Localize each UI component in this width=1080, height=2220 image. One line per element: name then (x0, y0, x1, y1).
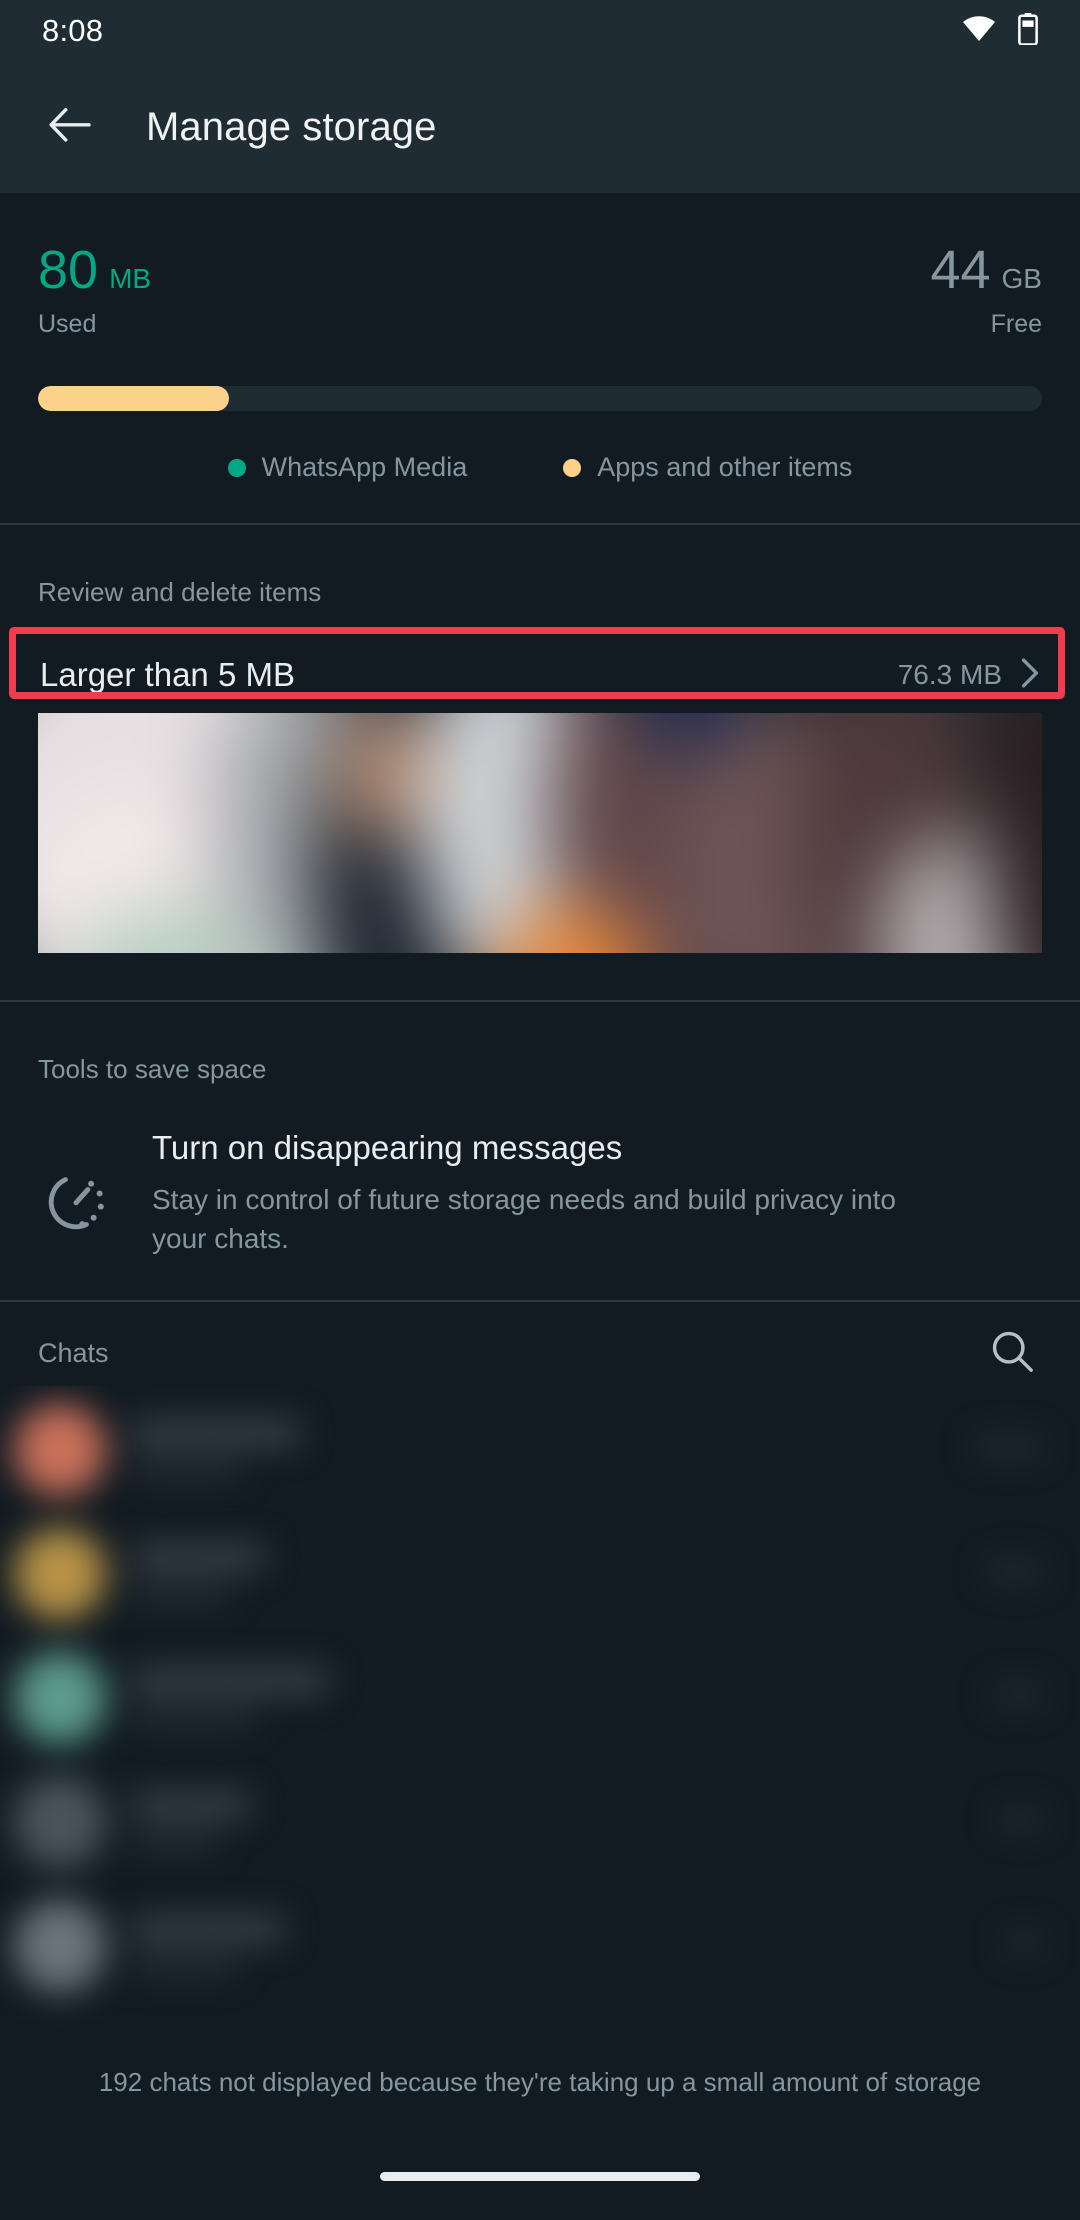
wifi-icon (962, 15, 996, 47)
back-arrow-icon (47, 105, 91, 150)
search-icon (989, 1328, 1035, 1379)
status-bar-clock: 8:08 (42, 13, 104, 48)
chat-size (1004, 1932, 1044, 1954)
page-title: Manage storage (146, 105, 437, 149)
storage-legend: WhatsApp Media Apps and other items (38, 452, 1042, 483)
larger-than-5mb-right: 76.3 MB (898, 657, 1040, 694)
chat-row[interactable] (0, 1386, 1080, 1510)
chat-size (992, 1684, 1044, 1706)
larger-than-5mb-label: Larger than 5 MB (40, 656, 295, 693)
tools-to-save-space-section: Tools to save space Turn on disappearing… (0, 1002, 1080, 1300)
legend-item-apps-other: Apps and other items (563, 452, 852, 483)
avatar (14, 1652, 106, 1744)
legend-item-whatsapp-media: WhatsApp Media (227, 452, 468, 483)
storage-progress-fill (38, 386, 229, 411)
chat-name (132, 1916, 284, 1942)
blurred-media-content (38, 713, 1042, 953)
review-and-delete-section: Review and delete items Larger than 5 MB… (0, 525, 1080, 715)
manage-storage-screen: 8:08 Manage storage 80 MB Used 44 GB Fre… (0, 0, 1080, 2220)
disappearing-messages-title: Turn on disappearing messages (152, 1129, 623, 1166)
tools-section-header: Tools to save space (38, 1054, 267, 1084)
disappearing-messages-item[interactable]: Turn on disappearing messages Stay in co… (0, 1085, 1080, 1258)
used-label: Used (38, 310, 97, 338)
chat-subtitle (132, 1584, 228, 1604)
media-preview-strip[interactable] (0, 700, 1080, 1000)
chats-section-header: Chats (0, 1302, 1080, 1404)
review-section-header: Review and delete items (38, 577, 322, 607)
chat-name (132, 1668, 328, 1694)
battery-icon (1018, 12, 1038, 50)
used-value-group: 80 MB (38, 243, 151, 297)
blurred-chat-content (0, 1634, 1080, 1758)
chats-footer-note: 192 chats not displayed because they're … (98, 2067, 982, 2097)
gesture-home-indicator[interactable] (380, 2171, 700, 2181)
free-block: 44 GB Free (930, 243, 1042, 339)
chats-section: Chats 192 chats not displayed because th… (0, 1302, 1080, 2220)
avatar (14, 1776, 106, 1868)
disappearing-messages-description: Stay in control of future storage needs … (152, 1184, 896, 1254)
legend-label: WhatsApp Media (261, 452, 468, 482)
chat-name (132, 1420, 300, 1446)
chat-size (986, 1560, 1044, 1582)
storage-summary-section: 80 MB Used 44 GB Free WhatsApp Media App… (0, 195, 1080, 523)
avatar (14, 1528, 106, 1620)
blurred-chat-content (0, 1386, 1080, 1510)
disappearing-messages-text: Turn on disappearing messages Stay in co… (152, 1127, 897, 1258)
chat-row[interactable] (0, 1882, 1080, 2006)
chat-subtitle (132, 1956, 236, 1976)
blurred-chat-content (0, 1882, 1080, 2006)
chat-name (132, 1792, 250, 1818)
avatar (14, 1404, 106, 1496)
chat-subtitle (132, 1708, 254, 1728)
chats-label: Chats (38, 1337, 109, 1368)
app-bar: Manage storage (0, 62, 1080, 193)
back-button[interactable] (42, 101, 96, 155)
free-unit: GB (1001, 263, 1042, 294)
larger-than-5mb-size: 76.3 MB (897, 659, 1002, 690)
chat-size (974, 1436, 1044, 1458)
legend-dot-icon (227, 458, 246, 477)
legend-label: Apps and other items (597, 452, 853, 482)
chat-row[interactable] (0, 1634, 1080, 1758)
chat-name (132, 1544, 264, 1570)
chat-subtitle (132, 1832, 218, 1852)
disappearing-messages-timer-icon (38, 1127, 114, 1233)
storage-progress-bar (38, 386, 1042, 411)
search-button[interactable] (982, 1323, 1042, 1383)
storage-totals: 80 MB Used 44 GB Free (38, 195, 1042, 339)
used-value: 80 (38, 240, 99, 300)
free-value-group: 44 GB (930, 243, 1042, 297)
chevron-right-icon (1020, 657, 1040, 694)
status-bar: 8:08 (0, 0, 1080, 62)
gesture-navigation-bar (0, 2132, 1080, 2220)
media-preview-thumbnails (38, 713, 1042, 953)
used-block: 80 MB Used (38, 243, 151, 339)
free-value: 44 (930, 240, 991, 300)
status-bar-icons (962, 12, 1038, 50)
avatar (14, 1900, 106, 1992)
chat-row[interactable] (0, 1758, 1080, 1882)
blurred-chat-content (0, 1510, 1080, 1634)
used-unit: MB (109, 263, 152, 294)
chat-list[interactable] (0, 1386, 1080, 2086)
chat-size (998, 1808, 1044, 1830)
legend-dot-icon (563, 458, 582, 477)
blurred-chat-content (0, 1758, 1080, 1882)
chat-row[interactable] (0, 1510, 1080, 1634)
free-label: Free (990, 310, 1042, 338)
chat-subtitle (132, 1460, 240, 1480)
